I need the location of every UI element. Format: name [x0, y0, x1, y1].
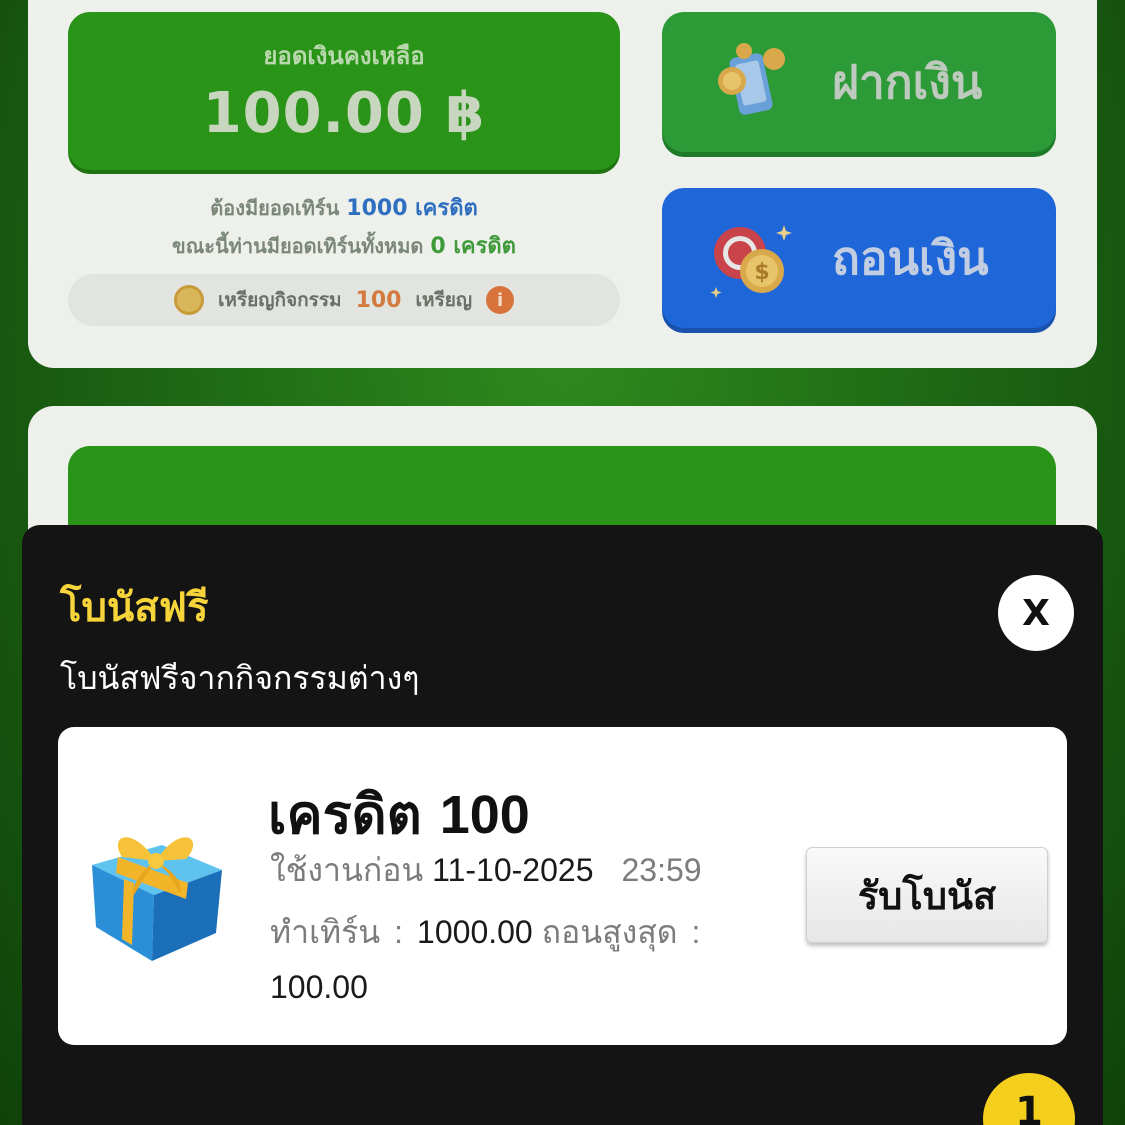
bonus-turnover: ทำเทิร์น:1000.00 ถอนสูงสุด:	[270, 907, 714, 958]
balance-label: ยอดเงินคงเหลือ	[263, 42, 425, 70]
turnover-value: 1000.00	[417, 914, 533, 950]
expiry-date: 11-10-2025	[432, 852, 594, 888]
free-bonus-sheet: โบนัสฟรี โบนัสฟรีจากกิจกรรมต่างๆ X เครดิ…	[22, 525, 1103, 1125]
activity-coins: เหรียญกิจกรรม 100 เหรียญ i	[68, 274, 620, 326]
turnover-required-value: 1000 เครดิต	[346, 196, 478, 221]
bonus-card: เครดิต 100 ใช้งานก่อน 11-10-2025 23:59 ทำเ…	[58, 727, 1067, 1045]
withdraw-button[interactable]: $ ถอนเงิน	[662, 188, 1056, 328]
coins-label: เหรียญกิจกรรม	[217, 289, 342, 311]
deposit-label: ฝากเงิน	[832, 54, 983, 109]
casino-chip-coin-icon: $	[710, 225, 792, 298]
turnover-current-label: ขณะนี้ท่านมียอดเทิร์นทั้งหมด	[172, 234, 424, 258]
turnover-required-line: ต้องมียอดเทิร์น 1000 เครดิต	[68, 190, 620, 225]
gift-box-icon	[92, 837, 222, 961]
coins-value: 100	[355, 287, 402, 313]
turnover-required-label: ต้องมียอดเทิร์น	[210, 196, 340, 220]
expiry-label: ใช้งานก่อน	[270, 852, 424, 888]
max-withdraw-colon: :	[691, 914, 701, 950]
max-withdraw-value: 100.00	[270, 969, 368, 1005]
bonus-count-badge: 1	[983, 1073, 1075, 1125]
bonus-credit-label: เครดิต	[268, 785, 422, 845]
turnover-current-line: ขณะนี้ท่านมียอดเทิร์นทั้งหมด 0 เครดิต	[68, 228, 620, 263]
max-withdraw-label: ถอนสูงสุด	[541, 914, 678, 950]
sheet-title: โบนัสฟรี	[60, 585, 209, 631]
turnover-current-value: 0 เครดิต	[430, 234, 516, 259]
bonus-credit-value: 100	[439, 785, 530, 845]
deposit-button[interactable]: ฝากเงิน	[662, 12, 1056, 152]
expiry-time: 23:59	[621, 852, 702, 888]
bonus-expiry: ใช้งานก่อน 11-10-2025 23:59	[270, 845, 702, 896]
close-button[interactable]: X	[998, 575, 1074, 651]
info-icon[interactable]: i	[486, 286, 515, 314]
turnover-label: ทำเทิร์น	[270, 914, 381, 950]
balance-box: ยอดเงินคงเหลือ 100.00 ฿	[68, 12, 620, 170]
coins-unit: เหรียญ	[415, 289, 473, 311]
withdraw-label: ถอนเงิน	[832, 230, 989, 285]
sheet-subtitle: โบนัสฟรีจากกิจกรรมต่างๆ	[60, 659, 420, 697]
phone-coin-icon	[718, 43, 785, 115]
balance-amount: 100.00 ฿	[202, 81, 486, 146]
coin-icon	[173, 285, 204, 315]
claim-bonus-button[interactable]: รับโบนัส	[806, 847, 1048, 943]
svg-text:$: $	[754, 260, 769, 285]
turnover-colon: :	[394, 914, 404, 950]
close-icon: X	[1022, 592, 1050, 634]
